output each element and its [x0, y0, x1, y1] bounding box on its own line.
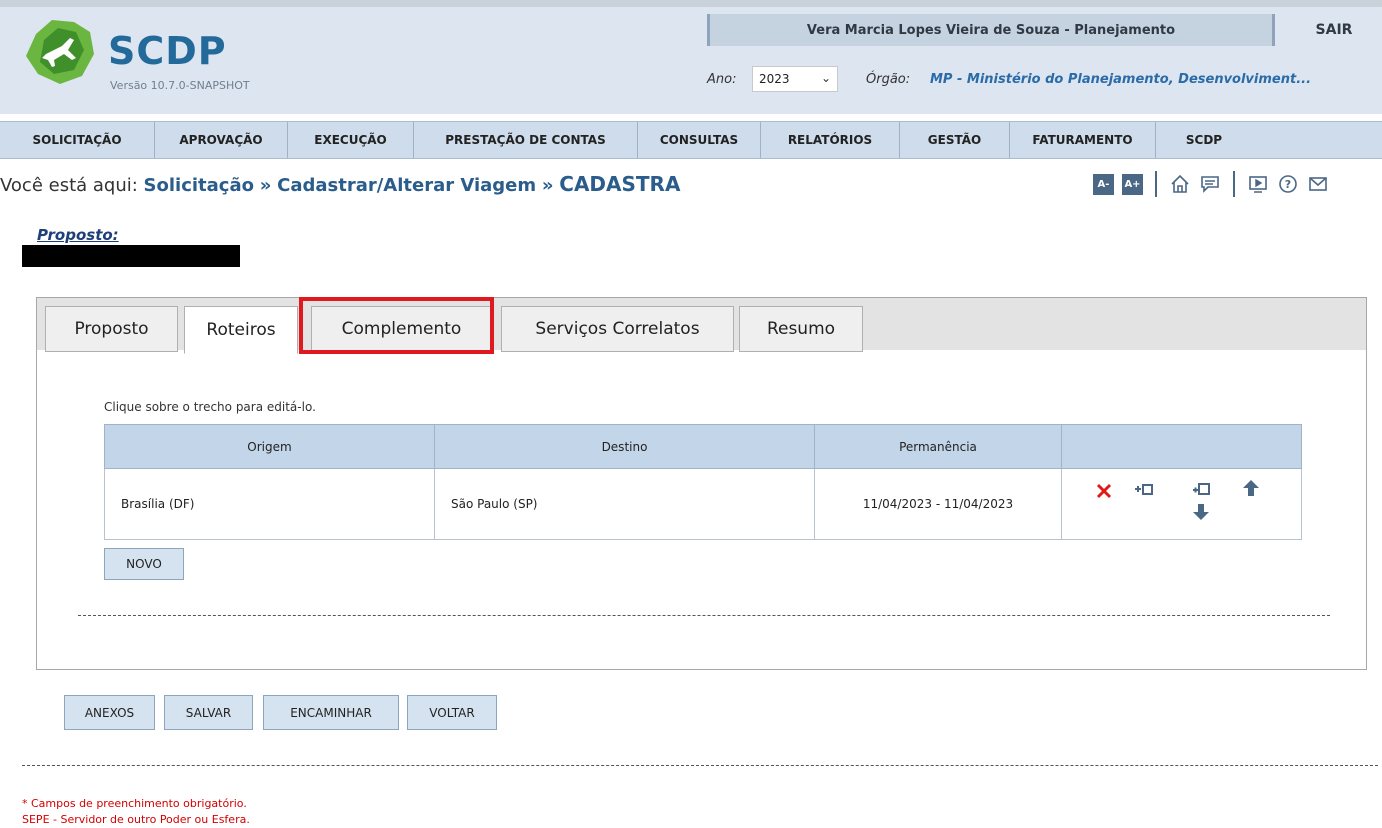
- encaminhar-button[interactable]: ENCAMINHAR: [263, 695, 399, 730]
- nav-gestao[interactable]: GESTÃO: [900, 122, 1010, 158]
- cell-destino[interactable]: São Paulo (SP): [434, 468, 815, 540]
- toolbar: A- A+ ?: [1093, 171, 1329, 197]
- nav-aprovacao[interactable]: APROVAÇÃO: [155, 122, 288, 158]
- table-row[interactable]: Brasília (DF) São Paulo (SP) 11/04/2023 …: [104, 468, 1302, 540]
- tab-roteiros[interactable]: Roteiros: [184, 306, 298, 354]
- divider: [22, 765, 1378, 766]
- cell-origem[interactable]: Brasília (DF): [104, 468, 435, 540]
- help-icon[interactable]: ?: [1277, 173, 1299, 195]
- tab-proposto[interactable]: Proposto: [45, 306, 178, 352]
- breadcrumb-separator-icon: »: [541, 175, 554, 196]
- breadcrumb-separator-icon: »: [259, 175, 272, 196]
- col-actions: [1061, 424, 1302, 469]
- chat-icon[interactable]: [1199, 173, 1221, 195]
- brand-title: SCDP: [108, 29, 227, 73]
- divider: [1233, 171, 1235, 197]
- nav-scdp[interactable]: SCDP: [1156, 122, 1252, 158]
- salvar-button[interactable]: SALVAR: [164, 695, 253, 730]
- version-label: Versão 10.7.0-SNAPSHOT: [110, 79, 250, 92]
- nav-execucao[interactable]: EXECUÇÃO: [288, 122, 414, 158]
- proposto-label: Proposto:: [37, 226, 119, 244]
- table-hint: Clique sobre o trecho para editá-lo.: [104, 400, 316, 414]
- cell-permanencia[interactable]: 11/04/2023 - 11/04/2023: [814, 468, 1062, 540]
- divider: [78, 615, 1330, 616]
- insert-above-icon[interactable]: [1134, 481, 1154, 499]
- breadcrumb-cadastrar[interactable]: Cadastrar/Alterar Viagem: [277, 175, 536, 196]
- font-decrease-button[interactable]: A-: [1093, 173, 1114, 195]
- col-origem: Origem: [104, 424, 435, 469]
- nav-consultas[interactable]: CONSULTAS: [638, 122, 761, 158]
- org-value[interactable]: MP - Ministério do Planejamento, Desenvo…: [930, 72, 1311, 87]
- mail-icon[interactable]: [1307, 173, 1329, 195]
- nav-prestacao-de-contas[interactable]: PRESTAÇÃO DE CONTAS: [414, 122, 638, 158]
- breadcrumb-prefix: Você está aqui:: [0, 175, 138, 196]
- home-icon[interactable]: [1169, 173, 1191, 195]
- divider: [1155, 171, 1157, 197]
- screen-icon[interactable]: [1247, 173, 1269, 195]
- year-select[interactable]: 2023 ⌄: [752, 66, 838, 92]
- tab-resumo[interactable]: Resumo: [739, 306, 863, 352]
- breadcrumb-current: CADASTRA: [559, 172, 681, 196]
- move-down-icon[interactable]: [1192, 503, 1210, 521]
- delete-icon[interactable]: [1096, 483, 1112, 499]
- breadcrumb: Você está aqui: Solicitação » Cadastrar/…: [0, 172, 680, 196]
- tab-servicos-correlatos[interactable]: Serviços Correlatos: [501, 306, 734, 352]
- move-up-icon[interactable]: [1242, 479, 1260, 497]
- col-destino: Destino: [434, 424, 815, 469]
- required-note: * Campos de preenchimento obrigatório.: [22, 797, 247, 810]
- col-permanencia: Permanência: [814, 424, 1062, 469]
- year-value: 2023: [759, 72, 790, 86]
- svg-text:?: ?: [1285, 178, 1291, 191]
- route-table: Origem Destino Permanência Brasília (DF)…: [104, 424, 1302, 540]
- font-increase-button[interactable]: A+: [1122, 173, 1143, 195]
- nav-faturamento[interactable]: FATURAMENTO: [1010, 122, 1156, 158]
- year-label: Ano:: [707, 72, 737, 87]
- breadcrumb-solicitacao[interactable]: Solicitação: [144, 175, 254, 196]
- highlight-box: [299, 297, 494, 354]
- chevron-down-icon: ⌄: [820, 71, 831, 85]
- insert-below-icon[interactable]: [1192, 481, 1212, 499]
- nav-relatorios[interactable]: RELATÓRIOS: [761, 122, 900, 158]
- cell-actions: [1061, 468, 1302, 540]
- redacted-name: [22, 245, 240, 267]
- logo-plane-icon: [26, 20, 94, 84]
- org-label: Órgão:: [866, 72, 911, 87]
- user-name: Vera Marcia Lopes Vieira de Souza - Plan…: [707, 14, 1275, 46]
- novo-button[interactable]: NOVO: [104, 548, 184, 580]
- nav-solicitacao[interactable]: SOLICITAÇÃO: [0, 122, 155, 158]
- sepe-note: SEPE - Servidor de outro Poder ou Esfera…: [22, 813, 250, 826]
- logout-button[interactable]: SAIR: [1290, 14, 1378, 46]
- anexos-button[interactable]: ANEXOS: [64, 695, 155, 730]
- main-nav: SOLICITAÇÃO APROVAÇÃO EXECUÇÃO PRESTAÇÃO…: [0, 121, 1382, 159]
- voltar-button[interactable]: VOLTAR: [407, 695, 497, 730]
